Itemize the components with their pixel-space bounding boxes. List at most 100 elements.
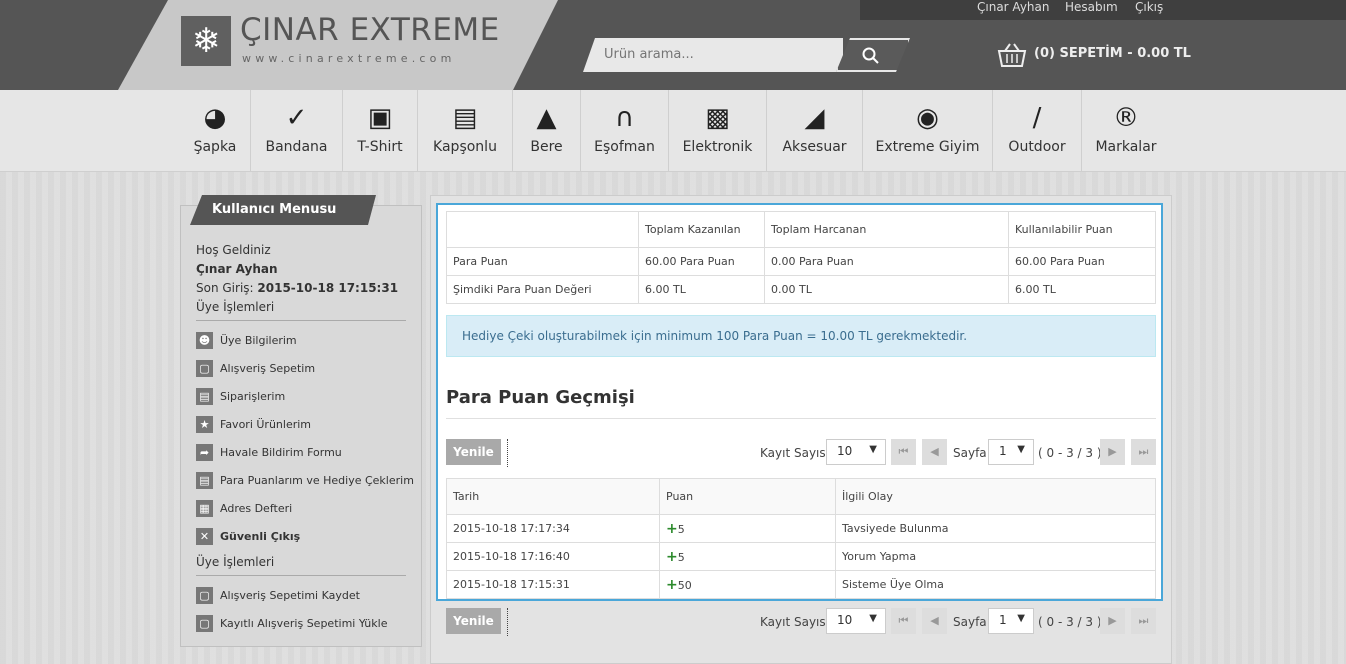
table-header[interactable]: Tarih — [446, 478, 660, 515]
table-header — [446, 211, 639, 248]
cart-link[interactable]: (0) SEPETİM - 0.00 TL — [996, 42, 1196, 68]
document-icon: ▤ — [196, 388, 213, 405]
table-header: Toplam Kazanılan — [638, 211, 765, 248]
table-cell: Para Puan — [446, 247, 639, 276]
page-select[interactable]: 1 ▼ — [988, 608, 1034, 634]
table-cell: 60.00 Para Puan — [638, 247, 765, 276]
divider — [446, 418, 1156, 419]
category-tshirt[interactable]: ▣ T-Shirt — [343, 90, 418, 172]
menu-item-havale-bildirim[interactable]: ➦ Havale Bildirim Formu — [196, 443, 411, 463]
account-link[interactable]: Hesabım — [1065, 0, 1118, 14]
records-select[interactable]: 10 ▼ — [826, 439, 886, 465]
first-page-button[interactable]: ⏮ — [891, 439, 916, 465]
share-icon: ➦ — [196, 444, 213, 461]
refresh-button[interactable]: Yenile — [446, 439, 501, 465]
table-cell: 60.00 Para Puan — [1008, 247, 1156, 276]
bandana-icon: ✓ — [285, 103, 308, 133]
maple-leaf-icon[interactable]: ❄ — [181, 16, 231, 66]
last-page-button[interactable]: ⏭ — [1131, 608, 1156, 634]
page-range: ( 0 - 3 / 3 ) — [1038, 446, 1102, 460]
category-markalar[interactable]: ® Markalar — [1082, 90, 1170, 172]
category-sapka[interactable]: ◕ Şapka — [180, 90, 251, 172]
page-value: 1 — [999, 444, 1007, 458]
tshirt-icon: ▣ — [367, 103, 393, 133]
records-value: 10 — [837, 613, 853, 627]
next-page-button[interactable]: ▶ — [1100, 439, 1125, 465]
search-icon — [862, 47, 879, 64]
next-page-button[interactable]: ▶ — [1100, 608, 1125, 634]
top-links: Çınar Ayhan Hesabım Çıkış — [860, 0, 1346, 20]
records-value: 10 — [837, 444, 853, 458]
table-header[interactable]: Puan — [659, 478, 836, 515]
registered-icon: ® — [1113, 103, 1139, 133]
search-input[interactable] — [604, 47, 824, 62]
category-extreme-giyim[interactable]: ◉ Extreme Giyim — [863, 90, 993, 172]
prev-page-button[interactable]: ◀ — [922, 439, 947, 465]
info-alert: Hediye Çeki oluşturabilmek için minimum … — [446, 315, 1156, 357]
welcome-text: Hoş Geldiniz — [196, 243, 271, 257]
logout-link[interactable]: Çıkış — [1135, 0, 1163, 14]
user-icon: ☻ — [196, 332, 213, 349]
plus-icon: + — [666, 520, 678, 537]
shoe-icon: ◢ — [804, 103, 825, 133]
hoodie-icon: ▤ — [452, 103, 478, 133]
sidebar-title: Kullanıcı Menusu — [190, 195, 376, 225]
last-page-button[interactable]: ⏭ — [1131, 439, 1156, 465]
table-cell: Tavsiyede Bulunma — [835, 514, 1156, 543]
user-menu: Hoş Geldiniz Çınar Ayhan Son Giriş: 2015… — [180, 205, 422, 647]
points-history-table: Tarih Puan İlgili Olay 2015-10-18 17:17:… — [446, 478, 1156, 599]
table-header[interactable]: İlgili Olay — [835, 478, 1156, 515]
computer-icon: ▩ — [705, 103, 730, 133]
table-cell: 6.00 TL — [1008, 275, 1156, 304]
table-cell: Şimdiki Para Puan Değeri — [446, 275, 639, 304]
chevron-down-icon: ▼ — [1017, 444, 1025, 455]
menu-item-uye-bilgilerim[interactable]: ☻ Üye Bilgilerim — [196, 331, 411, 351]
points-value: 50 — [677, 578, 692, 592]
menu-item-para-puanlarim[interactable]: ▤ Para Puanlarım ve Hediye Çeklerim — [196, 471, 414, 491]
records-label: Kayıt Sayısı — [760, 446, 829, 460]
table-cell: 2015-10-18 17:17:34 — [446, 514, 660, 543]
menu-item-sepet-yukle[interactable]: ▢ Kayıtlı Alışveriş Sepetimi Yükle — [196, 614, 411, 634]
prev-page-button[interactable]: ◀ — [922, 608, 947, 634]
category-outdoor[interactable]: ∕ Outdoor — [993, 90, 1082, 172]
table-cell: Yorum Yapma — [835, 542, 1156, 571]
chevron-down-icon: ▼ — [869, 444, 877, 455]
category-kapsonlu[interactable]: ▤ Kapşonlu — [418, 90, 513, 172]
menu-item-adres-defteri[interactable]: ▦ Adres Defteri — [196, 499, 411, 519]
refresh-button[interactable]: Yenile — [446, 608, 501, 634]
username: Çınar Ayhan — [196, 262, 278, 276]
table-row: 2015-10-18 17:17:34 +5 Tavsiyede Bulunma — [446, 514, 1156, 543]
last-login: Son Giriş: 2015-10-18 17:15:31 — [196, 281, 398, 295]
basket-icon — [997, 43, 1027, 67]
records-label: Kayıt Sayısı — [760, 615, 829, 629]
tracksuit-icon: ∩ — [614, 103, 635, 133]
basket-icon: ▢ — [196, 615, 213, 632]
table-cell: 6.00 TL — [638, 275, 765, 304]
top-pager: Yenile Kayıt Sayısı 10 ▼ ⏮ ◀ Sayfa 1 ▼ ( 0… — [446, 439, 1156, 467]
points-value: 5 — [677, 550, 685, 564]
last-login-label: Son Giriş: — [196, 281, 254, 295]
menu-item-guvenli-cikis[interactable]: ✕ Güvenli Çıkış — [196, 527, 411, 547]
brand-name[interactable]: ÇINAR EXTREME — [240, 12, 500, 48]
category-aksesuar[interactable]: ◢ Aksesuar — [767, 90, 863, 172]
category-bere[interactable]: ▲ Bere — [513, 90, 581, 172]
menu-item-alisveris-sepetim[interactable]: ▢ Alışveriş Sepetim — [196, 359, 411, 379]
helmet-icon: ◉ — [916, 103, 939, 133]
table-row: Şimdiki Para Puan Değeri 6.00 TL 0.00 TL… — [446, 275, 1156, 304]
knife-icon: ∕ — [1032, 103, 1042, 133]
menu-item-siparislerim[interactable]: ▤ Siparişlerim — [196, 387, 411, 407]
category-esofman[interactable]: ∩ Eşofman — [581, 90, 669, 172]
page-select[interactable]: 1 ▼ — [988, 439, 1034, 465]
plus-icon: + — [666, 576, 678, 593]
search-box — [583, 38, 843, 72]
menu-item-favori-urunlerim[interactable]: ★ Favori Ürünlerim — [196, 415, 411, 435]
first-page-button[interactable]: ⏮ — [891, 608, 916, 634]
category-elektronik[interactable]: ▩ Elektronik — [669, 90, 767, 172]
user-link[interactable]: Çınar Ayhan — [977, 0, 1049, 14]
cart-label: (0) SEPETİM - 0.00 TL — [1034, 46, 1191, 61]
menu-item-sepet-kaydet[interactable]: ▢ Alışveriş Sepetimi Kaydet — [196, 586, 411, 606]
category-bandana[interactable]: ✓ Bandana — [251, 90, 343, 172]
basket-icon: ▢ — [196, 360, 213, 377]
records-select[interactable]: 10 ▼ — [826, 608, 886, 634]
star-icon: ★ — [196, 416, 213, 433]
